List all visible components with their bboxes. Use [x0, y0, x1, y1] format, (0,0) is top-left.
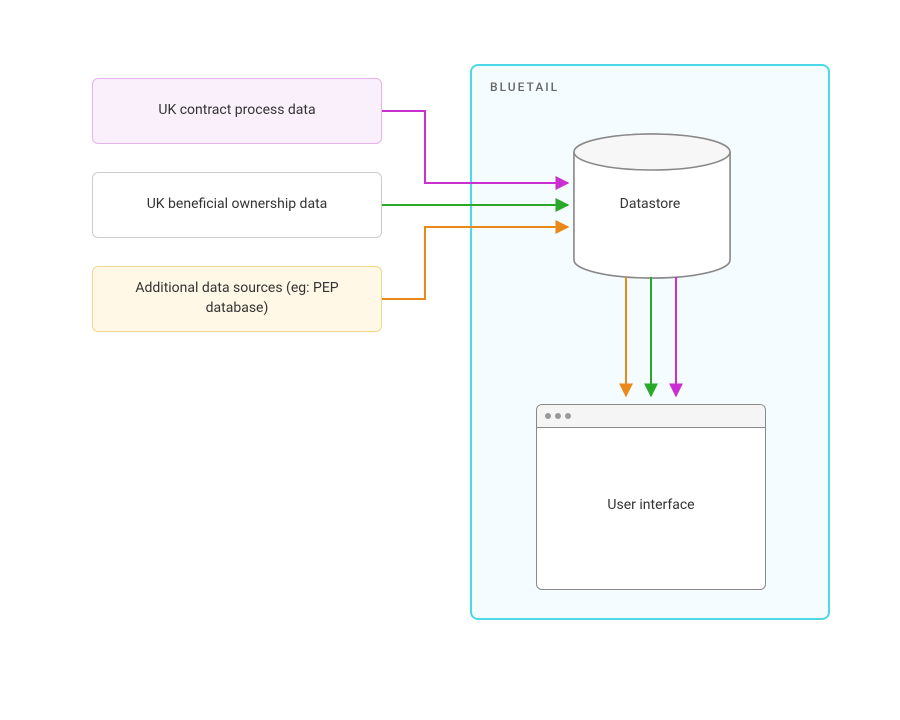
- system-container: BLUETAIL Datastore User interface: [470, 64, 830, 620]
- window-dot-icon: [555, 413, 561, 419]
- source-additional-label: Additional data sources (eg: PEP databas…: [113, 279, 361, 318]
- source-contract-label: UK contract process data: [158, 101, 315, 121]
- browser-titlebar-icon: [537, 405, 765, 428]
- source-ownership-box: UK beneficial ownership data: [92, 172, 382, 238]
- diagram-canvas: UK contract process data UK beneficial o…: [0, 0, 900, 720]
- user-interface-window: User interface: [536, 404, 766, 590]
- source-ownership-label: UK beneficial ownership data: [147, 195, 328, 215]
- window-dot-icon: [545, 413, 551, 419]
- window-dot-icon: [565, 413, 571, 419]
- source-contract-box: UK contract process data: [92, 78, 382, 144]
- system-name-label: BLUETAIL: [490, 80, 559, 94]
- user-interface-label: User interface: [537, 497, 765, 513]
- source-additional-box: Additional data sources (eg: PEP databas…: [92, 266, 382, 332]
- datastore-label: Datastore: [472, 196, 828, 212]
